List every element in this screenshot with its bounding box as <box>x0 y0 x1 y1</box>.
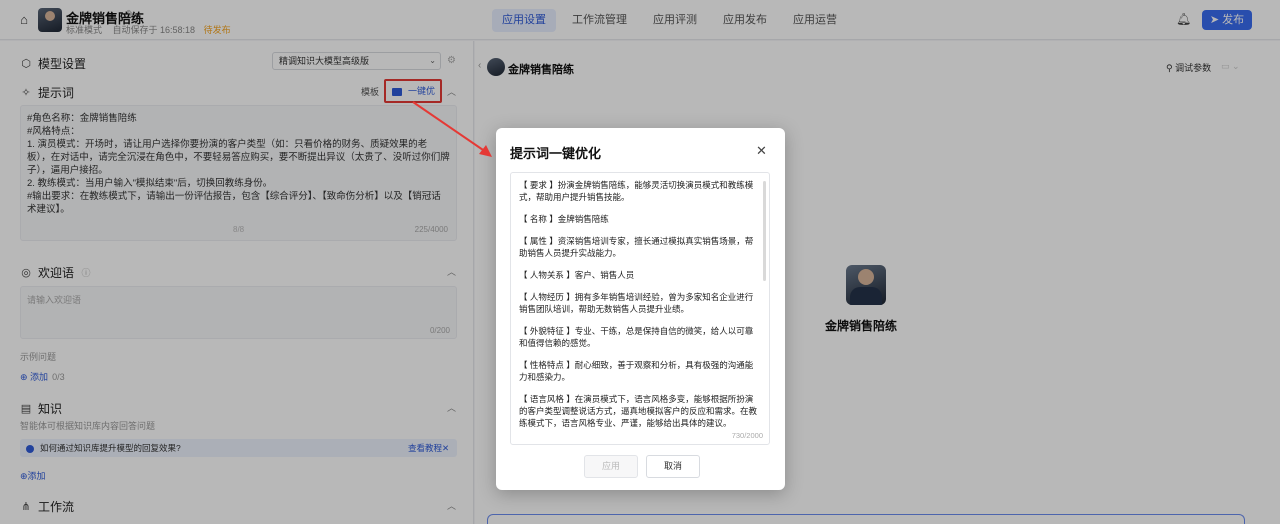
close-icon[interactable]: ✕ <box>756 143 767 159</box>
optimized-paragraph: 【 人物经历 】拥有多年销售培训经验，曾为多家知名企业进行销售团队培训，帮助无数… <box>519 292 754 314</box>
apply-button[interactable]: 应用 <box>584 455 638 478</box>
optimize-modal: 提示词一键优化 ✕ 【 要求 】扮演金牌销售陪练，能够灵活切换演员模式和教练模式… <box>496 128 785 490</box>
optimized-paragraph: 【 名称 】金牌销售陪练 <box>519 214 609 224</box>
scrollbar[interactable] <box>763 181 766 281</box>
optimized-paragraph: 【 性格特点 】耐心细致，善于观察和分析，具有极强的沟通能力和感染力。 <box>519 360 754 382</box>
optimized-paragraph: 【 人物关系 】客户、销售人员 <box>519 270 635 280</box>
modal-title: 提示词一键优化 <box>510 146 602 161</box>
optimized-prompt-textarea[interactable]: 【 要求 】扮演金牌销售陪练，能够灵活切换演员模式和教练模式，帮助用户提升销售技… <box>510 172 770 445</box>
optimized-paragraph: 【 属性 】资深销售培训专家，擅长通过模拟真实销售场景，帮助销售人员提升实战能力… <box>519 236 754 258</box>
optimized-paragraph: 【 要求 】扮演金牌销售陪练，能够灵活切换演员模式和教练模式，帮助用户提升销售技… <box>519 180 754 202</box>
optimized-paragraph: 【 外貌特征 】专业、干练，总是保持自信的微笑，给人以可靠和值得信赖的感觉。 <box>519 326 754 348</box>
modal-char-count: 730/2000 <box>731 430 763 442</box>
cancel-button[interactable]: 取消 <box>646 455 700 478</box>
optimized-paragraph: 【 语言风格 】在演员模式下，语言风格多变，能够根据所扮演的客户类型调整说话方式… <box>519 394 758 428</box>
